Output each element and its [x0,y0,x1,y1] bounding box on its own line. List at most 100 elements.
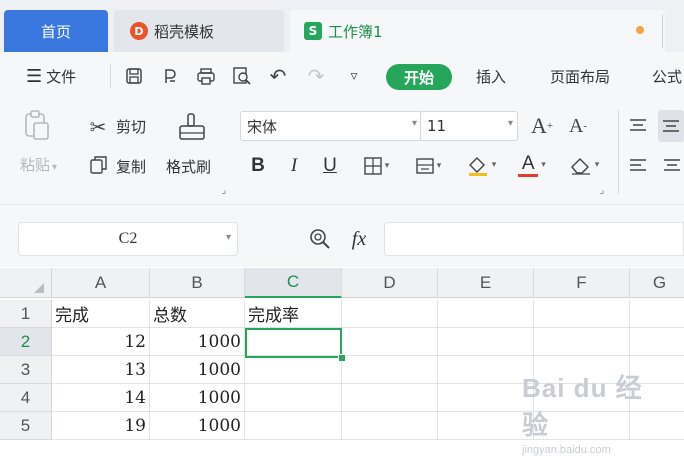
cell-B4[interactable]: 1000 [150,384,245,412]
tab-docer-label: 稻壳模板 [154,22,215,41]
cell-E2[interactable] [438,328,534,356]
font-dialog-launcher-icon[interactable]: ⌟ [596,184,608,196]
quick-access-dropdown-icon[interactable]: ▿ [342,62,366,90]
cell-B1[interactable]: 总数 [150,300,245,328]
tab-workbook-label: 工作簿1 [328,22,383,41]
chevron-down-icon: ▾ [384,161,390,171]
align-center-icon[interactable] [660,152,684,180]
formula-input[interactable] [384,222,684,256]
increase-font-icon[interactable]: A + [528,110,556,142]
undo-icon[interactable]: ↶ [266,62,290,90]
cell-C1[interactable]: 完成率 [245,300,342,328]
row-header-4[interactable]: 4 [0,384,52,412]
clear-button[interactable]: ▾ [562,150,606,180]
cell-E1[interactable] [438,300,534,328]
cell-C5[interactable] [245,412,342,440]
format-painter-icon [174,110,210,144]
copy-button[interactable]: 复制 [116,156,146,177]
cell-E5[interactable] [438,412,534,440]
column-header-A[interactable]: A [52,268,150,298]
cell-C3[interactable] [245,356,342,384]
cell-A1[interactable]: 完成 [52,300,150,328]
insert-function-button[interactable]: fx [344,224,374,254]
column-header-C[interactable]: C [245,268,342,298]
cell-D3[interactable] [342,356,438,384]
cell-C4[interactable] [245,384,342,412]
cell-B3[interactable]: 1000 [150,356,245,384]
menu-formula-tab[interactable]: 公式 [652,52,682,100]
cell-E4[interactable] [438,384,534,412]
column-header-B[interactable]: B [150,268,245,298]
save-icon[interactable] [122,62,146,90]
menu-start-tab[interactable]: 开始 [386,64,452,90]
cell-style-button[interactable]: ▾ [408,152,448,180]
align-left-icon[interactable] [626,152,650,180]
cell-G1[interactable] [630,300,684,328]
name-box[interactable]: C2 ▾ [18,222,238,256]
cell-B2[interactable]: 1000 [150,328,245,356]
name-box-value: C2 [118,230,138,247]
cell-A4[interactable]: 14 [52,384,150,412]
bold-icon: B [251,155,265,176]
file-menu-label: 文件 [46,67,77,86]
menu-insert-label: 插入 [476,67,507,86]
menu-insert-tab[interactable]: 插入 [476,52,506,100]
cell-D5[interactable] [342,412,438,440]
select-all-corner[interactable] [0,268,52,298]
cell-A3[interactable]: 13 [52,356,150,384]
watermark-logo-text: Bai du 经验 [522,373,643,440]
borders-button[interactable]: ▾ [356,152,396,180]
column-header-D[interactable]: D [342,268,438,298]
fx-icon: fx [351,227,367,250]
print-icon[interactable] [194,62,218,90]
font-size-select[interactable]: 11 ▾ [420,111,518,141]
cell-D1[interactable] [342,300,438,328]
bold-button[interactable]: B [246,152,270,180]
column-header-G[interactable]: G [630,268,684,298]
cell-F1[interactable] [534,300,630,328]
cell-D4[interactable] [342,384,438,412]
font-color-swatch [518,173,539,177]
cell-A2[interactable]: 12 [52,328,150,356]
align-top-icon[interactable] [626,112,650,140]
cell-A5[interactable]: 19 [52,412,150,440]
format-painter-button[interactable]: 格式刷 [166,156,211,177]
cell-F2[interactable] [534,328,630,356]
column-header-F[interactable]: F [534,268,630,298]
italic-button[interactable]: I [282,152,306,180]
align-middle-icon[interactable] [658,110,684,142]
cut-button[interactable]: 剪切 [116,116,146,137]
paste-icon[interactable] [22,108,52,142]
row-header-5[interactable]: 5 [0,412,52,440]
font-name-select[interactable]: 宋体 ▾ [240,111,422,141]
watermark-url: jingyan.baidu.com [522,444,611,456]
zoom-lookup-icon[interactable] [306,224,334,254]
chevron-down-icon: ▾ [225,232,231,243]
cell-B5[interactable]: 1000 [150,412,245,440]
underline-button[interactable]: U [318,152,342,180]
row-header-3[interactable]: 3 [0,356,52,384]
clipboard-dialog-launcher-icon[interactable]: ⌟ [218,184,230,196]
print-preview-icon[interactable] [230,62,254,90]
tab-docer-templates[interactable]: D 稻壳模板 [114,10,284,52]
redo-icon[interactable]: ↷ [304,62,328,90]
selected-cell-outline [245,328,342,358]
tab-workbook[interactable]: S 工作簿1 [290,10,665,52]
row-header-1[interactable]: 1 [0,300,52,328]
cell-G2[interactable] [630,328,684,356]
font-color-button[interactable]: A ▾ [512,150,552,180]
paste-button[interactable]: 粘贴 ▾ [20,154,57,175]
cell-D2[interactable] [342,328,438,356]
tab-home[interactable]: 首页 [4,10,108,52]
decrease-font-icon[interactable]: A- [564,110,592,142]
menu-page-layout-tab[interactable]: 页面布局 [550,52,610,100]
cell-E3[interactable] [438,356,534,384]
docer-logo-icon: D [130,22,148,40]
export-pdf-icon[interactable] [158,62,182,90]
eraser-icon [570,158,590,175]
column-header-E[interactable]: E [438,268,534,298]
fill-color-button[interactable]: ▾ [460,150,502,180]
file-menu-button[interactable]: ☰ 文件 [26,52,76,100]
fill-handle[interactable] [338,354,346,362]
row-header-2[interactable]: 2 [0,328,52,356]
